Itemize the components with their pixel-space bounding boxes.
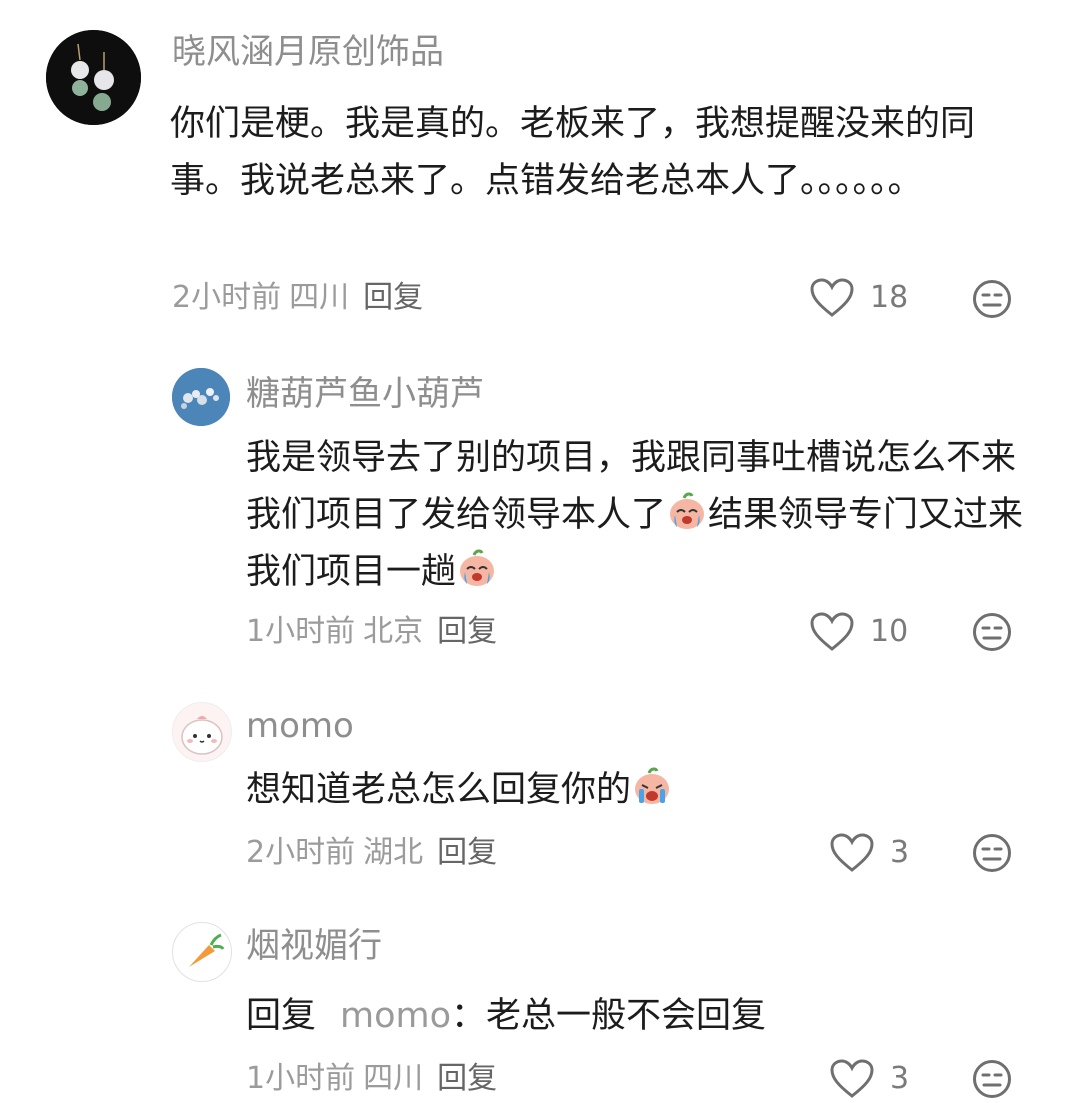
username[interactable]: 糖葫芦鱼小葫芦 xyxy=(246,372,484,416)
location: 四川 xyxy=(289,280,350,315)
like-count: 3 xyxy=(890,835,910,870)
username[interactable]: 晓风涵月原创饰品 xyxy=(172,30,444,74)
like-button[interactable]: 3 xyxy=(830,1059,909,1099)
crying-face-emoji xyxy=(460,549,495,586)
location: 湖北 xyxy=(363,835,424,870)
crying-face-emoji xyxy=(670,492,705,529)
avatar[interactable] xyxy=(172,922,232,982)
location: 北京 xyxy=(363,614,424,649)
neutral-face-icon xyxy=(973,280,1011,318)
comment-text: 你们是梗。我是真的。老板来了，我想提醒没来的同事。我说老总来了。点错发给老总本人… xyxy=(170,104,976,201)
dislike-button[interactable] xyxy=(972,833,1012,877)
like-count: 18 xyxy=(870,280,909,315)
avatar[interactable] xyxy=(172,368,230,426)
flower-photo-icon xyxy=(172,368,230,426)
username[interactable]: 烟视媚行 xyxy=(246,924,382,968)
heart-outline-icon xyxy=(810,612,854,651)
location: 四川 xyxy=(363,1061,424,1096)
dislike-button[interactable] xyxy=(972,612,1012,656)
like-button[interactable]: 18 xyxy=(810,278,908,318)
cartoon-face-icon xyxy=(173,703,231,761)
comment-meta: 1小时前 北京 回复 xyxy=(246,612,497,652)
comment-meta: 2小时前 四川 回复 xyxy=(172,278,423,318)
comment-meta: 2小时前 湖北 回复 xyxy=(246,833,497,873)
reply-button[interactable]: 回复 xyxy=(363,280,423,315)
comment-text-content: 想知道老总怎么回复你的 xyxy=(246,770,632,810)
like-count: 10 xyxy=(870,614,909,649)
like-button[interactable]: 3 xyxy=(830,833,909,873)
comment-text: 回复 momo：老总一般不会回复 xyxy=(246,988,1026,1045)
timestamp: 1小时前 xyxy=(246,614,356,649)
carrot-icon xyxy=(189,933,225,967)
like-count: 3 xyxy=(890,1061,910,1096)
dislike-button[interactable] xyxy=(972,1059,1012,1103)
heart-outline-icon xyxy=(830,833,874,872)
comment-text: 我是领导去了别的项目，我跟同事吐槽说怎么不来我们项目了发给领导本人了 结果领导专… xyxy=(246,430,1026,601)
reply-prefix: 回复 xyxy=(246,996,317,1036)
sobbing-face-emoji xyxy=(635,767,670,804)
dislike-button[interactable] xyxy=(972,279,1012,323)
reply-button[interactable]: 回复 xyxy=(437,1061,497,1096)
like-button[interactable]: 10 xyxy=(810,612,908,652)
timestamp: 2小时前 xyxy=(246,835,356,870)
mention-username[interactable]: momo xyxy=(340,996,451,1036)
reply-button[interactable]: 回复 xyxy=(437,614,497,649)
comment-meta: 1小时前 四川 回复 xyxy=(246,1059,497,1099)
comment-text-content: ：老总一般不会回复 xyxy=(451,996,767,1036)
neutral-face-icon xyxy=(973,834,1011,872)
earring-photo-icon xyxy=(46,30,141,125)
username[interactable]: momo xyxy=(246,704,354,748)
reply-button[interactable]: 回复 xyxy=(437,835,497,870)
timestamp: 2小时前 xyxy=(172,280,282,315)
neutral-face-icon xyxy=(973,613,1011,651)
avatar[interactable] xyxy=(46,30,141,125)
comment-text: 想知道老总怎么回复你的 xyxy=(246,762,1026,819)
avatar[interactable] xyxy=(172,702,232,762)
heart-outline-icon xyxy=(810,278,854,317)
timestamp: 1小时前 xyxy=(246,1061,356,1096)
neutral-face-icon xyxy=(973,1060,1011,1098)
heart-outline-icon xyxy=(830,1059,874,1098)
